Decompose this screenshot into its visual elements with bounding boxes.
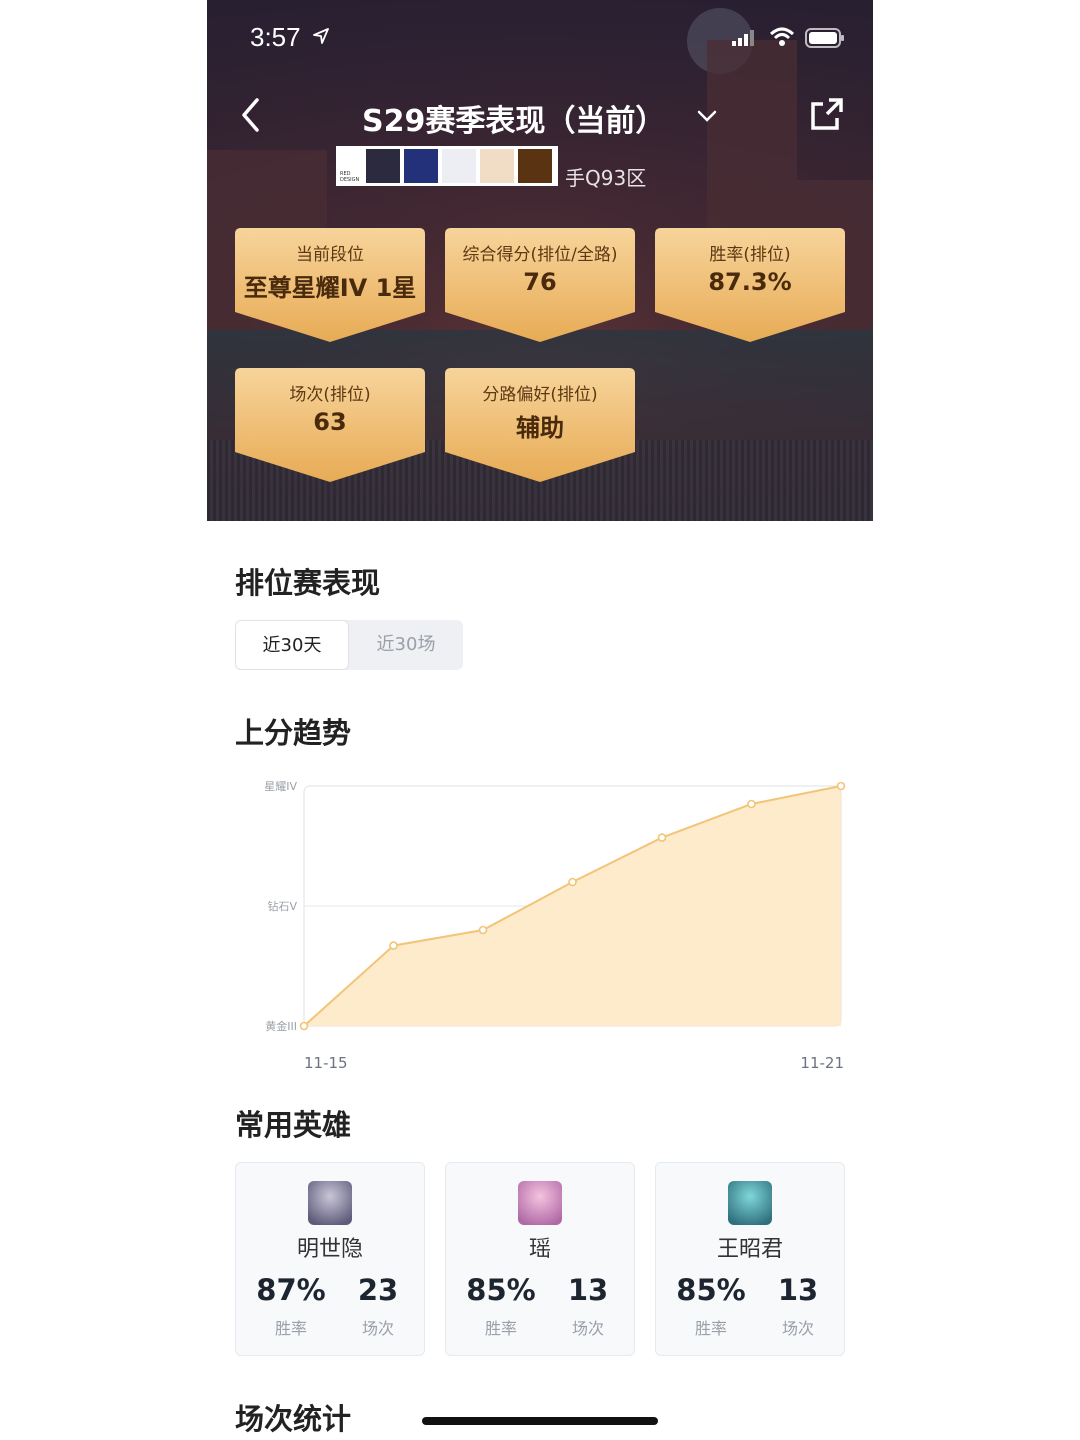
back-icon[interactable] [237,95,267,135]
hero-win-rate: 85% [676,1273,746,1307]
stat-card-value: 63 [313,408,347,436]
x-end-label: 11-21 [800,1054,844,1072]
stat-card-value: 辅助 [516,414,564,442]
stat-card-label: 当前段位 [296,245,364,265]
stat-card-value: 至尊星耀IV 1星 [243,274,417,302]
stat-card-label: 综合得分(排位/全路) [462,245,618,265]
stat-card-score: 综合得分(排位/全路) 76 [445,228,635,344]
share-icon[interactable] [809,96,845,132]
stat-card-role: 分路偏好(排位) 辅助 [445,368,635,484]
battery-icon [805,28,844,48]
hero-avatar [728,1181,772,1225]
swatch-logo: RED DESIGN [340,171,360,183]
color-swatch [518,149,552,183]
section-title-heroes: 常用英雄 [235,1108,352,1142]
hero-avatar [308,1181,352,1225]
data-point [747,799,756,809]
hero-games: 23 [357,1273,399,1307]
chevron-down-icon[interactable] [695,104,719,128]
y-tick-label: 钻石V [267,899,297,913]
stat-card-winrate: 胜率(排位) 87.3% [655,228,845,344]
data-point [568,877,577,887]
stat-card-value: 76 [523,268,557,296]
data-point [478,925,488,935]
status-time: 3:57 [250,22,301,52]
rank-trend-chart: 黄金III 钻石V 星耀IV 11-15 11-21 [264,780,846,1072]
stat-card-games: 场次(排位) 63 [235,368,425,484]
color-swatch [366,149,400,183]
hero-avatar [518,1181,562,1225]
stat-card-value: 87.3% [708,268,792,296]
hero-name: 王昭君 [716,1237,783,1262]
color-swatch [480,149,514,183]
win-rate-label: 胜率 [484,1319,517,1338]
data-point [836,781,846,791]
server-label: 手Q93区 [565,166,647,190]
y-tick-label: 黄金III [265,1019,297,1033]
wifi-icon [769,27,795,46]
home-indicator [422,1417,658,1425]
hero-name: 明世隐 [296,1237,363,1262]
page-title: S29赛季表现（当前） [362,104,666,139]
stat-card-rank: 当前段位 至尊星耀IV 1星 [235,228,425,344]
games-label: 场次 [361,1319,394,1338]
tab-last-30-days[interactable]: 近30天 [235,620,349,670]
hero-games: 13 [777,1273,819,1307]
data-point [657,833,667,842]
color-swatch [404,149,438,183]
hero-win-rate: 85% [466,1273,536,1307]
cellular-signal-icon [732,30,754,46]
win-rate-label: 胜率 [694,1319,727,1338]
hero-card[interactable]: 瑶 85% 13 胜率 场次 [445,1162,635,1356]
stat-card-label: 场次(排位) [289,385,371,405]
app-screen: 3:57 S29赛季表现（当前） RED DESIGN 手Q93区 当前段位 至… [207,0,873,1440]
section-title-trend: 上分趋势 [235,716,352,750]
x-start-label: 11-15 [304,1054,348,1072]
y-tick-label: 星耀IV [264,780,297,793]
hero-games: 13 [567,1273,609,1307]
location-arrow-icon [313,28,329,44]
season-header: 3:57 S29赛季表现（当前） RED DESIGN 手Q93区 当前段位 至… [207,0,873,521]
games-label: 场次 [571,1319,604,1338]
section-title-match-stats: 场次统计 [235,1402,352,1436]
period-tabs: 近30天 近30场 [235,620,463,670]
hero-win-rate: 87% [256,1273,326,1307]
color-swatch-strip: RED DESIGN [336,146,558,186]
data-point [299,1021,309,1031]
win-rate-label: 胜率 [274,1319,307,1338]
color-swatch [442,149,476,183]
hero-card[interactable]: 王昭君 85% 13 胜率 场次 [655,1162,845,1356]
hero-card[interactable]: 明世隐 87% 23 胜率 场次 [235,1162,425,1356]
stat-card-label: 胜率(排位) [709,245,791,265]
data-point [389,941,398,950]
section-title-ranked: 排位赛表现 [235,566,381,600]
stat-card-label: 分路偏好(排位) [482,385,598,405]
hero-name: 瑶 [528,1237,551,1262]
games-label: 场次 [781,1319,814,1338]
tab-last-30-games[interactable]: 近30场 [349,620,463,670]
